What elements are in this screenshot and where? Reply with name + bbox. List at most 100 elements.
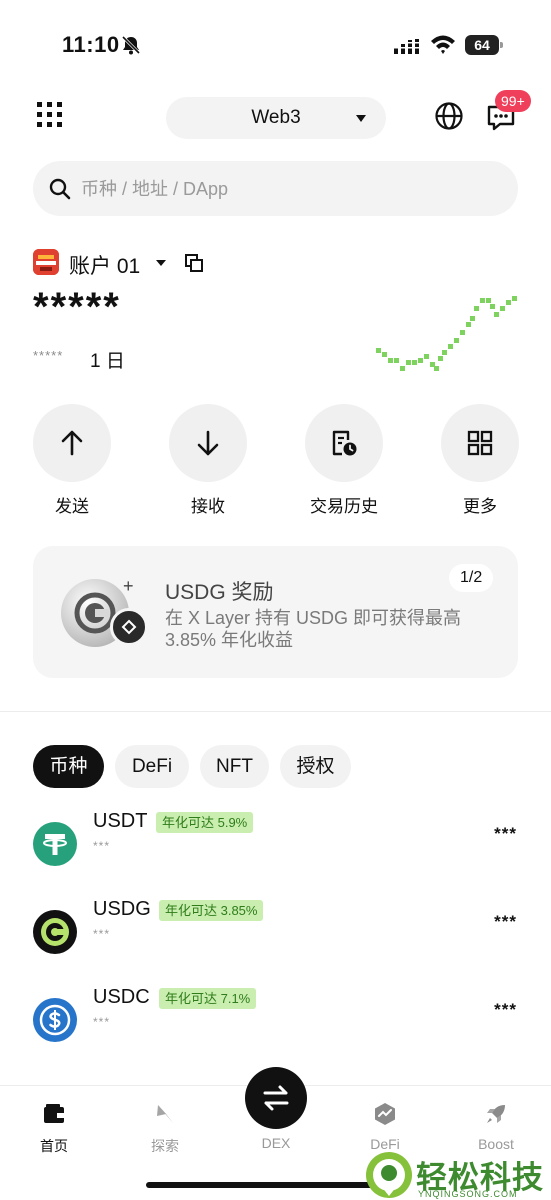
apy-badge: 年化可达 3.85% bbox=[159, 900, 264, 921]
avatar-pixel-icon bbox=[33, 249, 59, 275]
receive-circle bbox=[169, 404, 247, 482]
watermark-logo-icon bbox=[366, 1152, 412, 1198]
sparkline-pixel bbox=[470, 316, 475, 321]
apps-grid-icon[interactable] bbox=[36, 101, 64, 129]
arrow-down-icon bbox=[197, 430, 219, 456]
sparkline-pixel bbox=[394, 358, 399, 363]
sparkline-pixel bbox=[474, 306, 479, 311]
receive-button[interactable]: 接收 bbox=[169, 404, 247, 516]
tab-nft[interactable]: NFT bbox=[200, 745, 269, 788]
battery-cap bbox=[500, 42, 503, 48]
promo-title: USDG 奖励 bbox=[165, 581, 274, 604]
sparkline-pixel bbox=[454, 338, 459, 343]
token-price: *** bbox=[93, 839, 111, 853]
defi-icon bbox=[375, 1103, 395, 1125]
sparkline-pixel bbox=[500, 306, 505, 311]
sparkline-pixel bbox=[506, 300, 511, 305]
swap-icon bbox=[263, 1085, 289, 1111]
token-row-usdg[interactable]: USDG 年化可达 3.85% *** *** bbox=[0, 898, 551, 990]
search-bar[interactable] bbox=[33, 161, 518, 216]
dex-swap-button[interactable] bbox=[245, 1067, 307, 1129]
globe-icon[interactable] bbox=[434, 101, 464, 131]
cellular-signal-icon bbox=[394, 36, 420, 54]
sparkline-pixel bbox=[418, 358, 423, 363]
caret-down-icon bbox=[156, 260, 166, 266]
nav-home-label: 首页 bbox=[40, 1138, 68, 1154]
status-time: 11:10 bbox=[62, 32, 120, 57]
plus-icon: + bbox=[123, 576, 134, 596]
token-symbol: USDT bbox=[93, 810, 148, 832]
sparkline-pixel bbox=[512, 296, 517, 301]
receive-label: 接收 bbox=[191, 497, 225, 516]
sparkline-pixel bbox=[412, 360, 417, 365]
token-value: *** bbox=[494, 1000, 517, 1019]
sparkline-pixel bbox=[434, 366, 439, 371]
wallet-icon bbox=[44, 1104, 64, 1123]
wifi-icon bbox=[431, 35, 455, 54]
usdg-icon bbox=[33, 910, 77, 954]
sparkline-pixel bbox=[494, 312, 499, 317]
nav-dex-label: DEX bbox=[261, 1135, 291, 1151]
sparkline-pixel bbox=[466, 322, 471, 327]
rocket-icon bbox=[487, 1105, 505, 1123]
promo-description: 在 X Layer 持有 USDG 即可获得最高 3.85% 年化收益 bbox=[165, 608, 462, 650]
token-symbol: USDG bbox=[93, 898, 151, 920]
account-avatar bbox=[33, 249, 59, 275]
token-row-usdt[interactable]: USDT 年化可达 5.9% *** *** bbox=[0, 810, 551, 902]
more-button[interactable]: 更多 bbox=[441, 404, 519, 516]
tab-defi[interactable]: DeFi bbox=[115, 745, 189, 788]
sparkline-pixel bbox=[406, 360, 411, 365]
token-value: *** bbox=[494, 912, 517, 931]
apy-badge: 年化可达 5.9% bbox=[156, 812, 254, 833]
watermark-domain: YNQINGSONG.COM bbox=[418, 1189, 518, 1199]
token-row-usdc[interactable]: USDC 年化可达 7.1% *** *** bbox=[0, 986, 551, 1078]
apy-badge: 年化可达 7.1% bbox=[159, 988, 257, 1009]
sparkline-pixel bbox=[480, 298, 485, 303]
sparkline-pixel bbox=[382, 352, 387, 357]
more-circle bbox=[441, 404, 519, 482]
balance-sparkline bbox=[376, 296, 517, 371]
message-badge: 99+ bbox=[495, 90, 531, 112]
usdt-icon bbox=[33, 822, 77, 866]
section-divider bbox=[0, 711, 551, 712]
sparkline-pixel bbox=[424, 354, 429, 359]
network-selector[interactable]: Web3 bbox=[166, 97, 386, 139]
history-icon bbox=[332, 430, 357, 456]
nav-explore-label: 探索 bbox=[151, 1138, 179, 1154]
sparkline-pixel bbox=[438, 356, 443, 361]
search-input[interactable] bbox=[81, 169, 501, 209]
sparkline-pixel bbox=[460, 330, 465, 335]
sparkline-pixel bbox=[388, 358, 393, 363]
history-button[interactable]: 交易历史 bbox=[305, 404, 383, 516]
copy-icon[interactable] bbox=[184, 253, 204, 273]
sparkline-pixel bbox=[442, 350, 447, 355]
send-circle bbox=[33, 404, 111, 482]
usdc-icon bbox=[33, 998, 77, 1042]
status-bar: 11:10 64 bbox=[0, 0, 551, 90]
battery-level: 64 bbox=[465, 35, 499, 55]
network-label: Web3 bbox=[251, 107, 301, 128]
promo-card[interactable]: + USDG 奖励 在 X Layer 持有 USDG 即可获得最高 3.85%… bbox=[33, 546, 518, 678]
compass-icon bbox=[157, 1105, 173, 1123]
period-label: 1 日 bbox=[90, 351, 125, 372]
promo-pager: 1/2 bbox=[449, 564, 494, 592]
nav-home[interactable]: 首页 bbox=[9, 1086, 99, 1166]
token-symbol: USDC bbox=[93, 986, 150, 1008]
sparkline-pixel bbox=[400, 366, 405, 371]
bell-muted-icon bbox=[121, 35, 141, 55]
send-button[interactable]: 发送 bbox=[33, 404, 111, 516]
sparkline-pixel bbox=[448, 344, 453, 349]
sparkline-pixel bbox=[490, 304, 495, 309]
tab-approvals[interactable]: 授权 bbox=[280, 745, 351, 788]
watermark: 轻松科技 YNQINGSONG.COM bbox=[366, 1150, 551, 1200]
send-label: 发送 bbox=[55, 497, 89, 516]
total-balance[interactable]: ***** bbox=[33, 285, 121, 330]
token-price: *** bbox=[93, 927, 111, 941]
tab-tokens[interactable]: 币种 bbox=[33, 745, 104, 788]
caret-down-icon bbox=[356, 115, 366, 122]
nav-explore[interactable]: 探索 bbox=[120, 1086, 210, 1166]
sparkline-pixel bbox=[376, 348, 381, 353]
account-selector[interactable]: 账户 01 bbox=[33, 249, 233, 278]
account-name: 账户 01 bbox=[69, 255, 141, 278]
history-circle bbox=[305, 404, 383, 482]
